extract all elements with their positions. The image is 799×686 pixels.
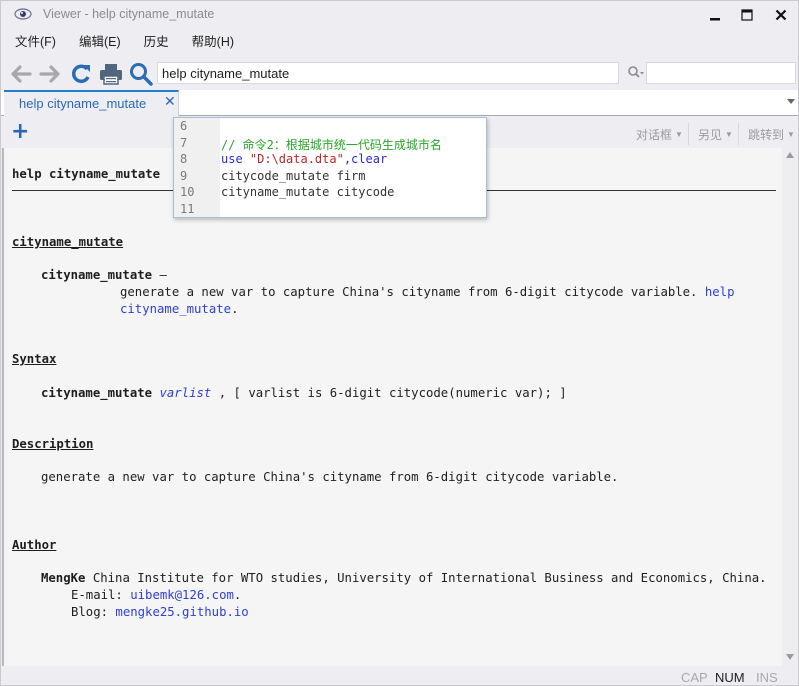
line-number: 7	[180, 135, 188, 150]
description-body: generate a new var to capture China's ci…	[41, 470, 619, 484]
jump-to-dropdown[interactable]: 跳转到 ▼	[748, 126, 795, 143]
maximize-button[interactable]	[733, 5, 761, 25]
close-button[interactable]	[767, 5, 795, 25]
line-number: 6	[180, 119, 188, 133]
email-link[interactable]: uibemk@126.com	[130, 588, 234, 602]
help-link[interactable]: help	[705, 285, 735, 299]
blog-label: Blog:	[71, 605, 116, 619]
find-icon[interactable]	[627, 65, 645, 81]
line-number: 9	[180, 168, 188, 183]
back-button[interactable]	[8, 61, 34, 87]
cityname-mutate-link[interactable]: cityname_mutate	[120, 302, 231, 316]
code-token: use	[221, 152, 250, 166]
refresh-icon	[71, 64, 90, 84]
refresh-button[interactable]	[68, 61, 94, 87]
line-number: 10	[180, 185, 195, 199]
author-name: MengKe	[41, 571, 86, 585]
tab-strip: help cityname_mutate ✕	[1, 90, 798, 116]
dialog-label: 对话框	[636, 128, 673, 142]
section-title-author: Author	[12, 538, 57, 552]
add-icon[interactable]: +	[11, 121, 29, 143]
section-title-cityname-mutate: cityname_mutate	[12, 235, 124, 249]
line-number: 8	[180, 152, 188, 166]
tab-close-icon[interactable]: ✕	[164, 94, 176, 110]
minimize-icon	[710, 18, 720, 21]
back-arrow-icon	[11, 65, 32, 83]
code-line: use "D:\data.dta",clear	[221, 152, 387, 166]
menu-file[interactable]: 文件(F)	[1, 31, 66, 53]
search-icon	[130, 63, 153, 86]
maximize-icon	[741, 9, 753, 21]
forward-arrow-icon	[39, 65, 60, 83]
find-input[interactable]	[646, 62, 796, 84]
see-also-label: 另见	[698, 128, 723, 142]
scroll-up-icon[interactable]	[786, 152, 794, 158]
syntax-line: cityname_mutate varlist , [ varlist is 6…	[41, 386, 567, 400]
author-affiliation: China Institute for WTO studies, Univers…	[85, 571, 767, 585]
email-label: E-mail:	[71, 588, 131, 602]
menu-edit[interactable]: 编辑(E)	[66, 31, 131, 53]
vertical-scrollbar[interactable]	[782, 148, 798, 666]
scroll-down-icon[interactable]	[786, 654, 794, 660]
minimize-button[interactable]	[701, 5, 729, 25]
search-button[interactable]	[128, 61, 154, 87]
status-ins: INS	[756, 670, 778, 685]
code-token: ,clear	[343, 152, 388, 166]
print-button[interactable]	[98, 61, 124, 87]
tab-list-dropdown-icon[interactable]	[787, 99, 795, 104]
command-dash: —	[152, 268, 167, 282]
code-tooltip-popup: 6 7 // 命令2：根据城市统一代码生成城市名 8 use "D:\data.dta"…	[173, 117, 487, 218]
command-description-line2: cityname_mutate.	[120, 302, 238, 316]
command-description-line: generate a new var to capture China's ci…	[120, 285, 735, 299]
divider	[688, 123, 689, 145]
tab-help-cityname-mutate[interactable]: help cityname_mutate ✕	[4, 90, 179, 116]
author-line: MengKe China Institute for WTO studies, …	[41, 571, 767, 585]
dialog-dropdown[interactable]: 对话框 ▼	[636, 126, 683, 143]
period: .	[231, 302, 239, 316]
blog-line: Blog: mengke25.github.io	[71, 605, 249, 619]
header-title: help cityname_mutate	[12, 167, 161, 181]
close-icon	[775, 9, 787, 21]
window-title: Viewer - help cityname_mutate	[43, 7, 215, 21]
command-title: cityname_mutate —	[41, 268, 167, 282]
email-period: .	[233, 588, 242, 602]
description-text: generate a new var to capture China's ci…	[120, 285, 698, 299]
code-token: // 命令2：根据城市统一代码生成城市名	[221, 137, 442, 152]
help-content: help cityname_mutate cityname_mutate cit…	[2, 148, 782, 666]
chevron-down-icon: ▼	[725, 130, 733, 139]
syntax-rest: , [ varlist is 6-digit citycode(numeric …	[211, 386, 567, 400]
chevron-down-icon: ▼	[787, 130, 795, 139]
code-line: cityname_mutate citycode	[221, 185, 394, 199]
eye-icon	[14, 8, 32, 20]
blog-link[interactable]: mengke25.github.io	[115, 605, 248, 619]
code-line: // 命令2：根据城市统一代码生成城市名	[221, 136, 442, 153]
code-token: cityname_mutate citycode	[221, 185, 395, 199]
status-bar: CAP NUM INS	[1, 667, 798, 686]
status-cap: CAP	[681, 670, 708, 685]
jump-to-label: 跳转到	[748, 128, 785, 142]
print-icon	[100, 64, 122, 85]
status-num: NUM	[715, 670, 745, 685]
url-input[interactable]	[157, 62, 619, 84]
menu-history[interactable]: 历史	[131, 31, 179, 53]
code-line: citycode_mutate firm	[221, 169, 366, 183]
email-line: E-mail: uibemk@126.com.	[71, 588, 241, 602]
command-name: cityname_mutate	[41, 268, 153, 282]
code-token: "D:\data.dta"	[249, 152, 344, 166]
chevron-down-icon: ▼	[675, 130, 683, 139]
menu-bar: 文件(F) 编辑(E) 历史 帮助(H)	[1, 31, 244, 53]
divider	[738, 123, 739, 145]
forward-button[interactable]	[37, 61, 63, 87]
tab-label: help cityname_mutate	[19, 96, 147, 111]
syntax-command: cityname_mutate	[41, 386, 153, 400]
code-token: citycode_mutate firm	[221, 168, 366, 183]
varlist-link[interactable]: varlist	[159, 386, 211, 400]
section-title-description: Description	[12, 437, 94, 451]
section-title-syntax: Syntax	[12, 352, 57, 366]
see-also-dropdown[interactable]: 另见 ▼	[698, 126, 733, 143]
title-bar: Viewer - help cityname_mutate	[1, 1, 798, 29]
line-number: 11	[180, 201, 195, 216]
menu-help[interactable]: 帮助(H)	[179, 31, 244, 53]
